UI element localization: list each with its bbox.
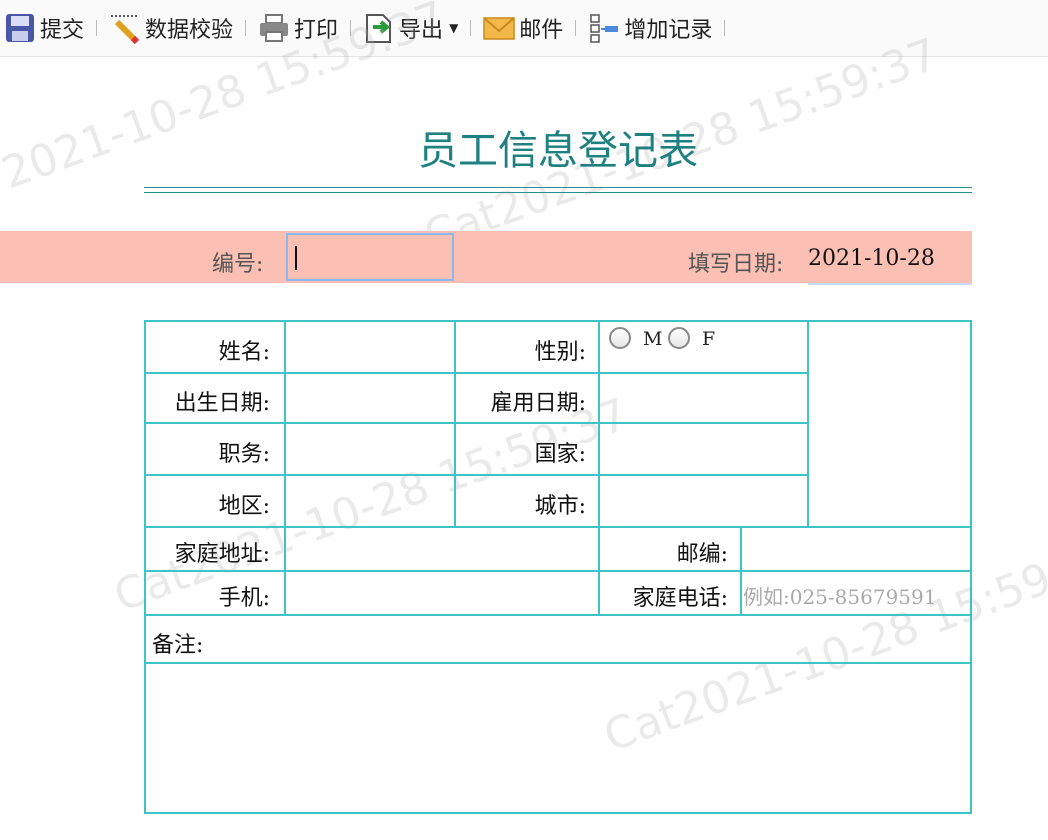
mail-icon bbox=[483, 12, 516, 44]
gender-option-m: M bbox=[643, 328, 663, 350]
toolbar-divider bbox=[96, 20, 98, 36]
home-phone-label: 家庭电话: bbox=[632, 586, 728, 611]
toolbar-divider bbox=[245, 20, 247, 36]
home-address-input[interactable] bbox=[286, 528, 598, 570]
print-icon bbox=[258, 12, 290, 44]
region-input[interactable] bbox=[286, 476, 454, 526]
id-label: 编号: bbox=[212, 252, 264, 277]
toolbar-divider bbox=[724, 20, 726, 36]
validate-icon bbox=[109, 12, 141, 45]
add-record-label: 增加记录 bbox=[624, 18, 713, 43]
title-input[interactable] bbox=[286, 424, 454, 474]
page-title: 员工信息登记表 bbox=[418, 128, 698, 174]
gender-label: 性别: bbox=[534, 340, 586, 365]
birth-date-label: 出生日期: bbox=[174, 391, 270, 416]
home-address-label: 家庭地址: bbox=[174, 542, 270, 567]
city-label: 城市: bbox=[534, 494, 586, 519]
submit-button[interactable]: 提交 bbox=[2, 8, 86, 48]
photo-area[interactable] bbox=[809, 322, 970, 526]
city-input[interactable] bbox=[600, 476, 807, 526]
export-button[interactable]: 导出 ▼ bbox=[361, 8, 460, 48]
hire-date-label: 雇用日期: bbox=[490, 391, 586, 416]
title-label: 职务: bbox=[218, 442, 270, 467]
gender-radio-f[interactable] bbox=[668, 327, 690, 349]
toolbar-divider bbox=[470, 20, 472, 36]
zip-code-label: 邮编: bbox=[676, 542, 728, 567]
toolbar: 提交 数据校验 打印 导出 ▼ 邮件 增加记录 bbox=[0, 0, 1048, 57]
toolbar-divider bbox=[575, 20, 577, 36]
fill-date-input[interactable]: 2021-10-28 bbox=[808, 246, 935, 271]
region-label: 地区: bbox=[218, 494, 270, 519]
mail-label: 邮件 bbox=[519, 18, 564, 43]
fill-date-underline bbox=[808, 283, 972, 285]
home-phone-input[interactable]: 例如:025-85679591 bbox=[743, 581, 936, 610]
country-label: 国家: bbox=[534, 442, 586, 467]
toolbar-divider bbox=[350, 20, 352, 36]
zip-code-input[interactable] bbox=[742, 528, 970, 570]
name-input[interactable] bbox=[286, 322, 454, 372]
export-label: 导出 bbox=[399, 18, 444, 43]
hire-date-input[interactable] bbox=[600, 374, 807, 422]
gender-option-f: F bbox=[702, 328, 716, 350]
name-label: 姓名: bbox=[218, 340, 270, 365]
mail-button[interactable]: 邮件 bbox=[481, 8, 565, 48]
submit-label: 提交 bbox=[40, 18, 85, 43]
chevron-down-icon: ▼ bbox=[449, 21, 459, 35]
export-icon bbox=[363, 12, 395, 44]
validate-button[interactable]: 数据校验 bbox=[107, 8, 235, 48]
add-record-icon bbox=[588, 12, 620, 44]
title-divider bbox=[144, 187, 972, 188]
id-input[interactable] bbox=[286, 233, 454, 281]
add-record-button[interactable]: 增加记录 bbox=[586, 8, 714, 48]
text-cursor bbox=[295, 246, 297, 270]
print-button[interactable]: 打印 bbox=[256, 8, 340, 48]
mobile-input[interactable] bbox=[286, 572, 598, 614]
print-label: 打印 bbox=[294, 18, 339, 43]
birth-date-input[interactable] bbox=[286, 374, 454, 422]
title-divider bbox=[144, 192, 972, 193]
notes-textarea[interactable] bbox=[146, 664, 970, 812]
mobile-label: 手机: bbox=[218, 586, 270, 611]
notes-label: 备注: bbox=[152, 633, 204, 658]
country-input[interactable] bbox=[600, 424, 807, 474]
fill-date-label: 填写日期: bbox=[688, 252, 784, 277]
save-icon bbox=[4, 12, 36, 44]
validate-label: 数据校验 bbox=[145, 18, 234, 43]
gender-radio-m[interactable] bbox=[609, 327, 631, 349]
